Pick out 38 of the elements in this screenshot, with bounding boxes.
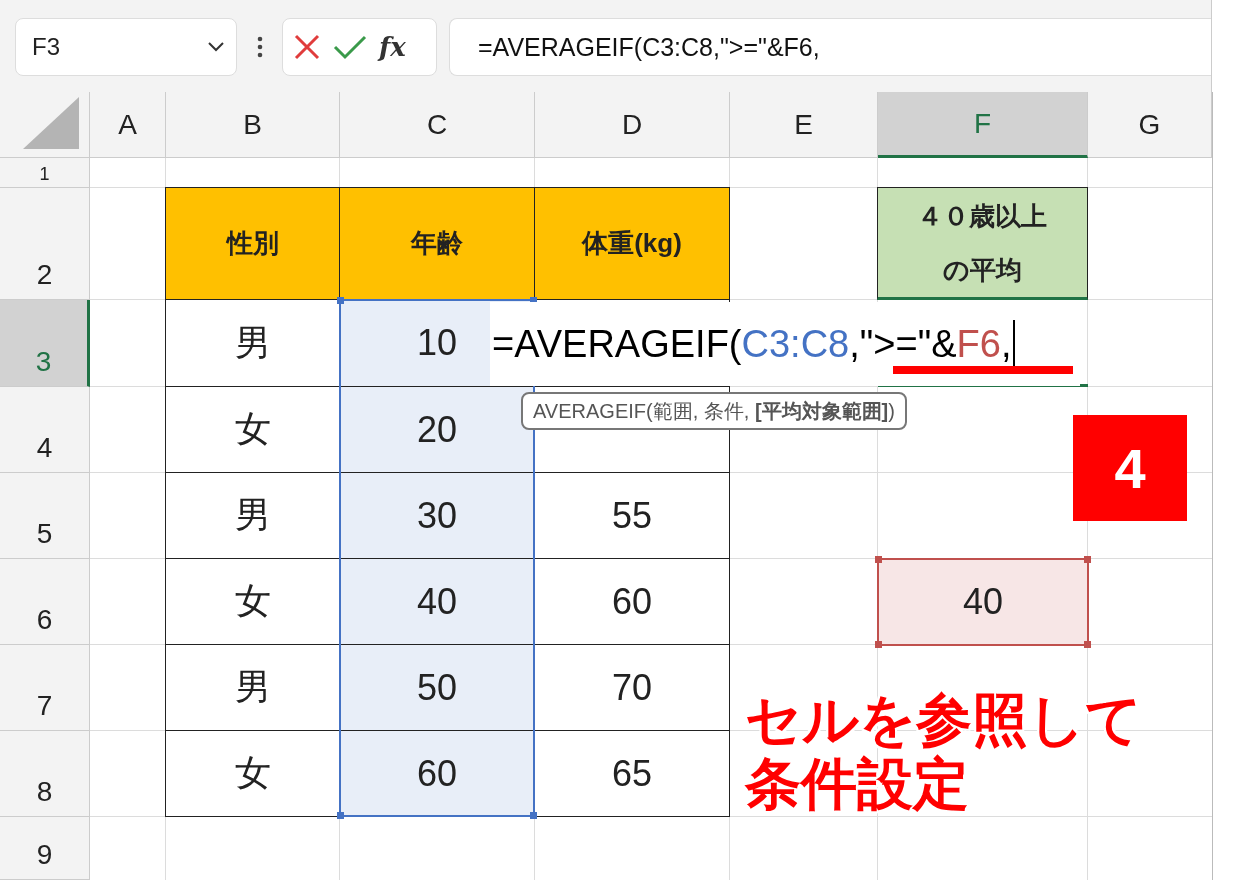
row-header[interactable]: 2 xyxy=(0,188,90,300)
row-header[interactable]: 8 xyxy=(0,731,90,817)
row-header[interactable]: 4 xyxy=(0,387,90,473)
row-header[interactable]: 5 xyxy=(0,473,90,559)
cancel-icon[interactable] xyxy=(293,33,321,61)
table-cell: 60 xyxy=(339,730,535,817)
row-header[interactable]: 7 xyxy=(0,645,90,731)
row-header[interactable]: 1 xyxy=(0,158,90,188)
column-header-cell: 性別 xyxy=(165,187,340,300)
callout-text: セルを参照して条件設定 xyxy=(745,688,1143,816)
column-header[interactable]: F xyxy=(878,92,1088,158)
formula-field[interactable]: =AVERAGEIF(C3:C8,">="&F6, xyxy=(449,18,1211,76)
row-header[interactable]: 9 xyxy=(0,817,90,880)
table-cell: 65 xyxy=(534,730,730,817)
row-header[interactable]: 3 xyxy=(0,300,90,387)
table-cell: 50 xyxy=(339,644,535,731)
more-options-icon[interactable] xyxy=(257,36,263,58)
column-header-cell: 体重(kg) xyxy=(534,187,730,300)
column-header[interactable]: G xyxy=(1088,92,1212,158)
table-cell: 女 xyxy=(165,730,340,817)
column-header-cell: 年齢 xyxy=(339,187,535,300)
name-box[interactable]: F3 xyxy=(15,18,237,76)
criteria-cell: 40 xyxy=(878,559,1088,645)
column-header[interactable]: B xyxy=(166,92,340,158)
function-tooltip: AVERAGEIF(範囲, 条件, [平均対象範囲]) xyxy=(521,392,907,430)
row-header[interactable]: 6 xyxy=(0,559,90,645)
chevron-down-icon xyxy=(206,41,226,53)
column-header[interactable]: D xyxy=(535,92,730,158)
insert-function-button[interactable]: fx xyxy=(379,32,406,62)
step-badge: 4 xyxy=(1073,415,1187,521)
table-cell: 40 xyxy=(339,558,535,645)
check-icon[interactable] xyxy=(333,34,367,60)
column-header[interactable]: C xyxy=(340,92,535,158)
label-cell-text: ４０歳以上の平均 xyxy=(916,199,1049,287)
column-header[interactable]: A xyxy=(90,92,166,158)
column-header[interactable]: E xyxy=(730,92,878,158)
cell-formula[interactable]: =AVERAGEIF(C3:C8,">="&F6, xyxy=(490,302,1080,386)
table-cell: 30 xyxy=(339,472,535,559)
